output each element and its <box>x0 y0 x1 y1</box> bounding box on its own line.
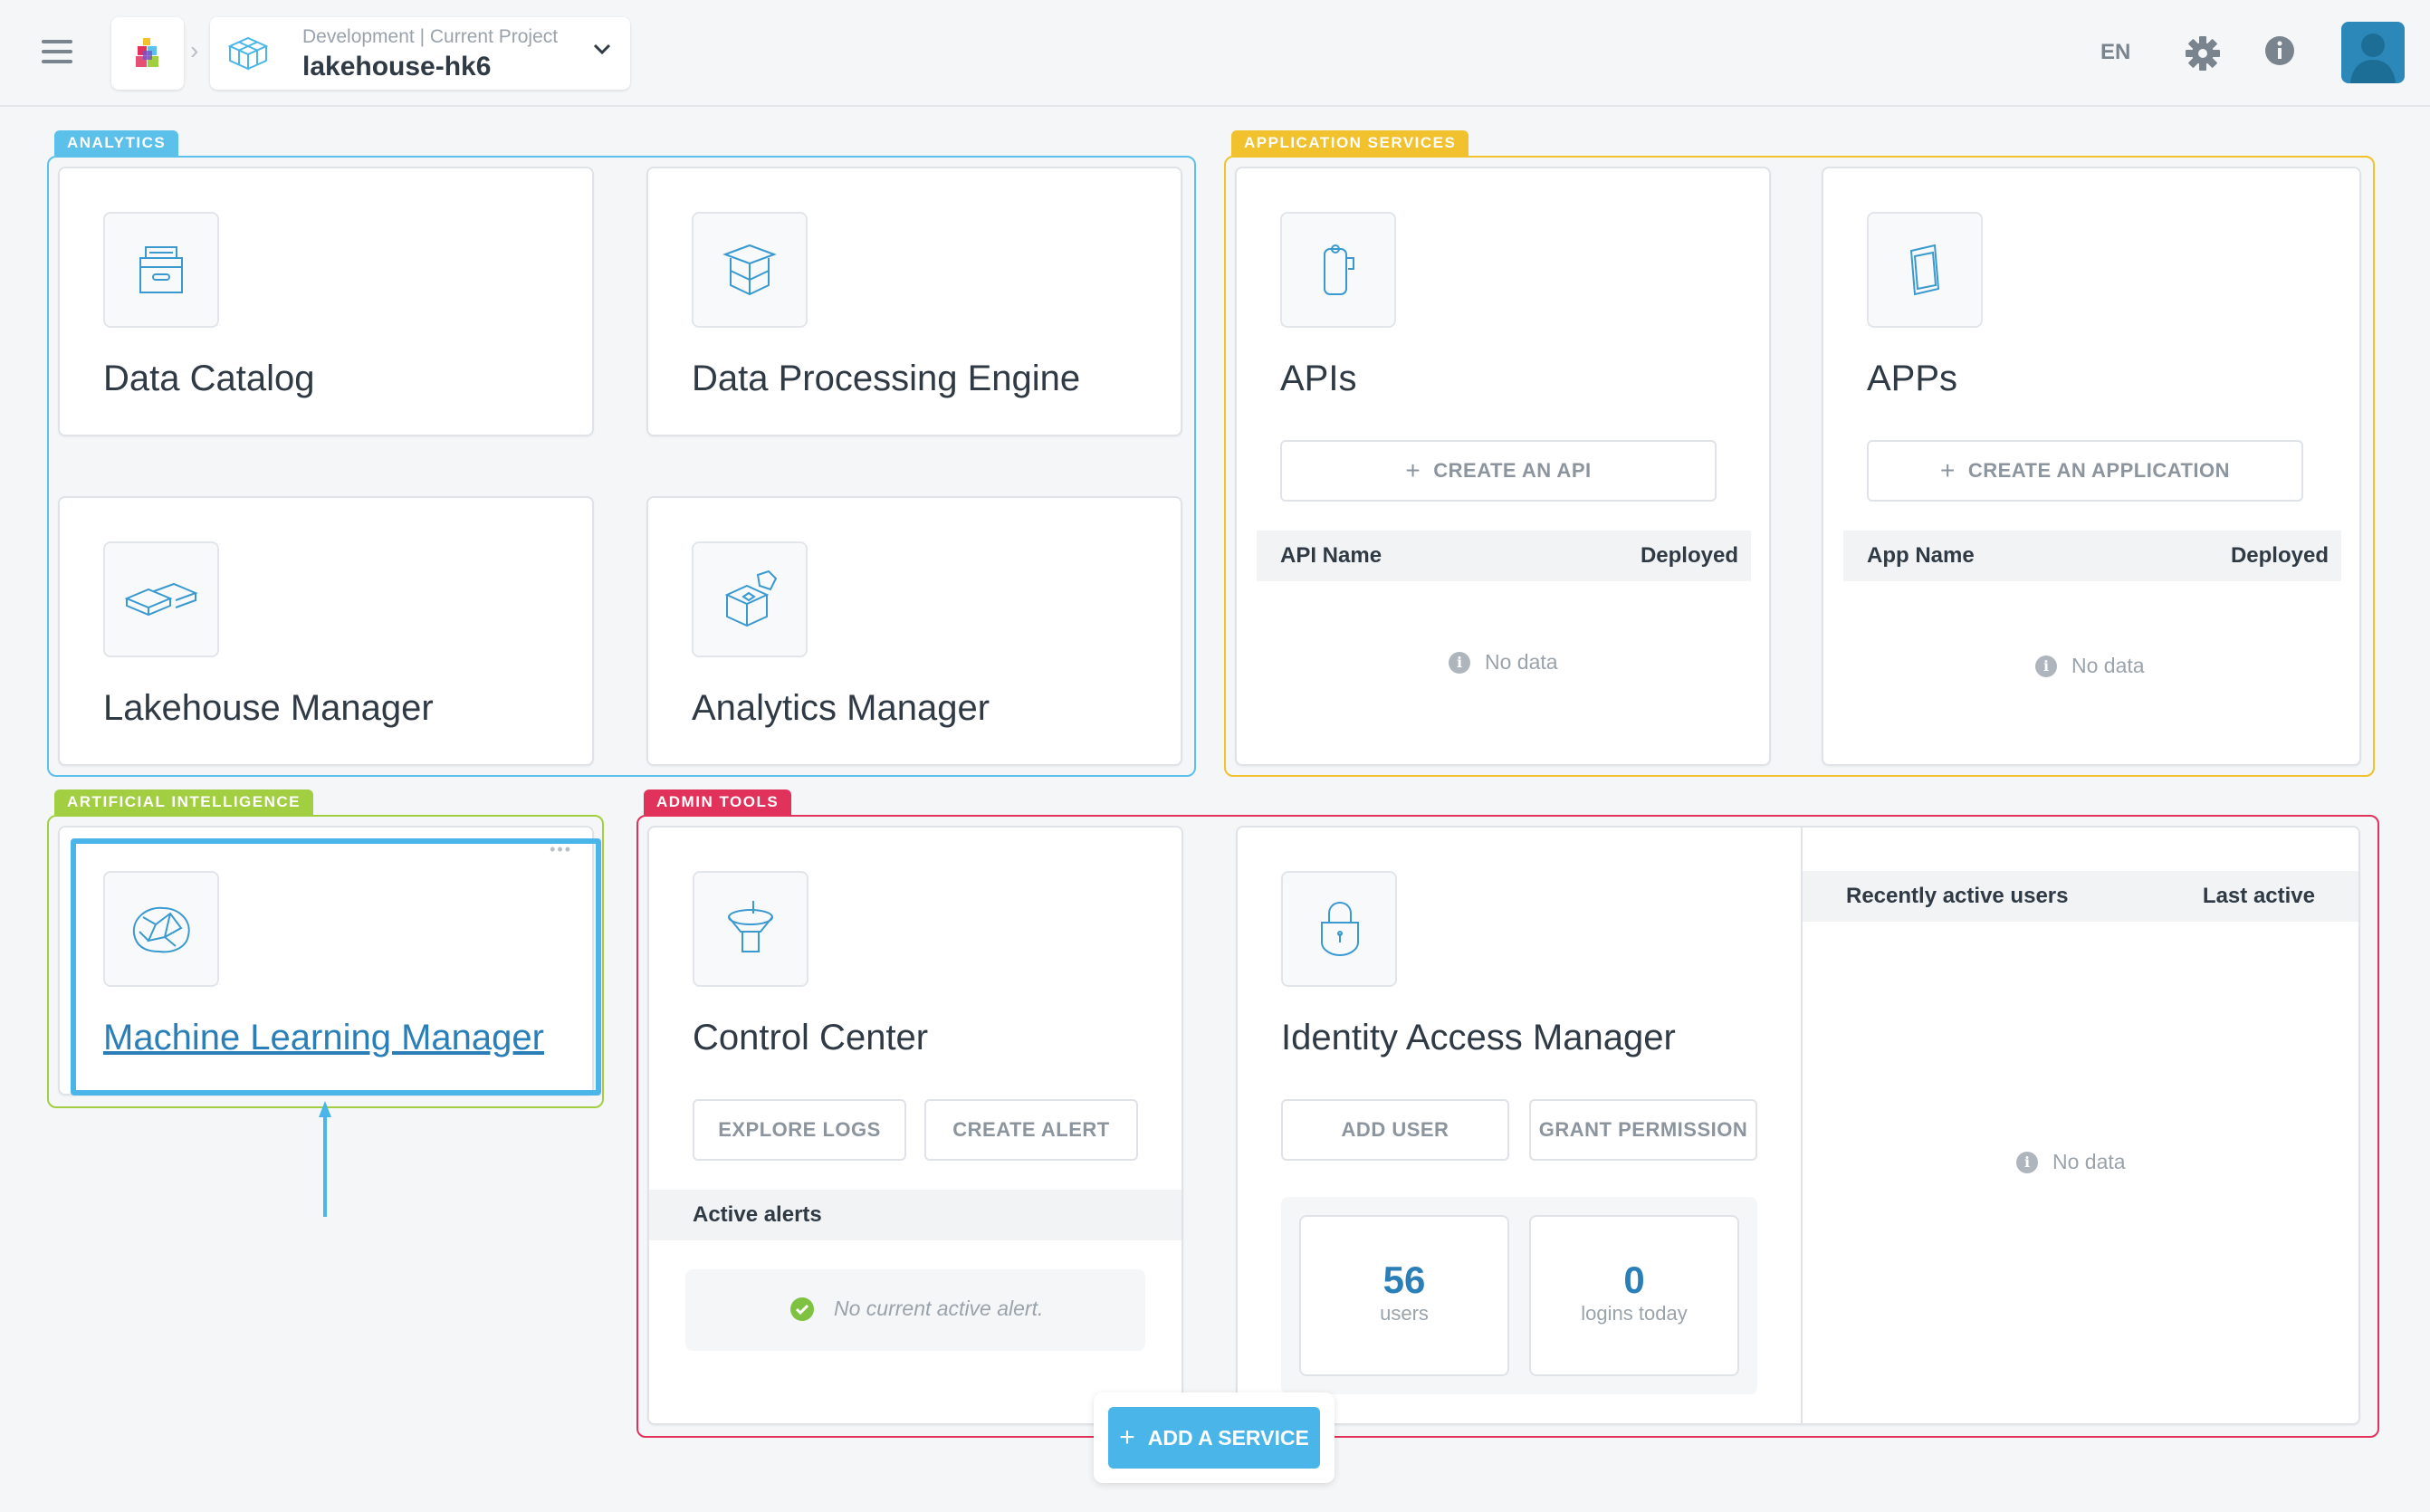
top-bar: › Development | Current Project lakehous… <box>0 0 2430 107</box>
api-name-column: API Name <box>1280 543 1382 568</box>
apis-table-header: API Name Deployed <box>1257 531 1751 581</box>
group-label-admin-tools: ADMIN TOOLS <box>644 789 792 815</box>
logins-count: 0 <box>1623 1258 1645 1301</box>
artificial-intelligence-group: ARTIFICIAL INTELLIGENCE ••• Machine Lear… <box>47 789 604 1108</box>
users-count: 56 <box>1382 1258 1426 1301</box>
alerts-empty-state: No current active alert. <box>685 1269 1145 1351</box>
info-icon: i <box>2035 655 2057 677</box>
settings-gear-icon[interactable] <box>2184 34 2222 72</box>
application-services-group: APPLICATION SERVICES APIs + CREATE AN API… <box>1224 130 2375 777</box>
apps-empty-state: i No data <box>2035 654 2145 678</box>
logins-label: logins today <box>1581 1302 1688 1325</box>
info-icon: i <box>2016 1151 2038 1173</box>
data-processing-engine-icon <box>692 212 808 328</box>
data-catalog-icon <box>103 212 219 328</box>
info-icon: i <box>1449 651 1470 674</box>
menu-icon[interactable] <box>42 40 72 65</box>
data-processing-engine-card[interactable]: Data Processing Engine <box>646 167 1182 436</box>
active-alerts-header: Active alerts <box>649 1190 1182 1240</box>
control-center-title[interactable]: Control Center <box>693 1018 928 1058</box>
environment-label: Development | Current Project <box>302 26 559 47</box>
plus-icon: + <box>1119 1422 1135 1452</box>
create-application-button[interactable]: + CREATE AN APPLICATION <box>1867 440 2303 502</box>
identity-access-manager-card: Identity Access Manager ADD USER GRANT P… <box>1236 826 2360 1425</box>
data-catalog-title[interactable]: Data Catalog <box>103 359 314 399</box>
recent-users-column: Recently active users <box>1846 884 2069 908</box>
app-name-column: App Name <box>1867 543 1975 568</box>
add-service-button[interactable]: + ADD A SERVICE <box>1108 1407 1320 1469</box>
machine-learning-manager-card[interactable]: ••• Machine Learning Manager <box>58 826 601 1096</box>
add-service-container: + ADD A SERVICE <box>1094 1392 1335 1483</box>
apps-table-header: App Name Deployed <box>1843 531 2341 581</box>
create-alert-button[interactable]: CREATE ALERT <box>924 1099 1138 1161</box>
lakehouse-manager-icon <box>103 541 219 657</box>
explore-logs-button[interactable]: EXPLORE LOGS <box>693 1099 906 1161</box>
user-stats-panel: 56 users 0 logins today <box>1281 1197 1757 1394</box>
identity-access-manager-icon <box>1281 871 1397 987</box>
data-processing-engine-title[interactable]: Data Processing Engine <box>692 359 1080 399</box>
control-center-card: Control Center EXPLORE LOGS CREATE ALERT… <box>647 826 1183 1425</box>
admin-tools-group: ADMIN TOOLS Control Center EXPLORE LOGS … <box>636 789 2379 1438</box>
users-stat: 56 users <box>1299 1215 1509 1376</box>
info-icon[interactable] <box>2263 34 2301 72</box>
apps-title[interactable]: APPs <box>1867 359 1957 399</box>
group-label-artificial-intelligence: ARTIFICIAL INTELLIGENCE <box>54 789 314 815</box>
machine-learning-manager-icon <box>103 871 219 987</box>
recent-users-empty-state: i No data <box>2016 1150 2126 1174</box>
identity-access-manager-title[interactable]: Identity Access Manager <box>1281 1018 1676 1058</box>
api-deployed-column: Deployed <box>1640 543 1738 568</box>
apis-card: APIs + CREATE AN API API Name Deployed iN… <box>1235 167 1771 766</box>
grant-permission-button[interactable]: GRANT PERMISSION <box>1529 1099 1757 1161</box>
apis-icon <box>1280 212 1396 328</box>
analytics-manager-icon <box>692 541 808 657</box>
project-name: lakehouse-hk6 <box>302 52 492 81</box>
project-cube-icon <box>226 35 270 76</box>
analytics-group: ANALYTICS Data Catalog Data Processing E… <box>47 130 1196 777</box>
create-api-button[interactable]: + CREATE AN API <box>1280 440 1717 502</box>
chevron-down-icon[interactable] <box>592 43 612 60</box>
recent-users-header: Recently active users Last active <box>1803 871 2358 922</box>
pointer-arrow-icon <box>319 1101 331 1217</box>
project-selector[interactable]: Development | Current Project lakehouse-… <box>210 17 630 90</box>
group-label-application-services: APPLICATION SERVICES <box>1231 130 1469 156</box>
analytics-manager-title[interactable]: Analytics Manager <box>692 688 990 729</box>
last-active-column: Last active <box>2202 884 2315 908</box>
breadcrumb-separator: › <box>190 36 199 64</box>
check-circle-icon <box>790 1297 814 1321</box>
control-center-icon <box>693 871 808 987</box>
data-catalog-card[interactable]: Data Catalog <box>58 167 594 436</box>
apps-icon <box>1867 212 1983 328</box>
app-logo-icon[interactable] <box>111 17 184 90</box>
lakehouse-manager-card[interactable]: Lakehouse Manager <box>58 496 594 766</box>
apps-card: APPs + CREATE AN APPLICATION App Name Dep… <box>1822 167 2361 766</box>
add-user-button[interactable]: ADD USER <box>1281 1099 1509 1161</box>
lakehouse-manager-title[interactable]: Lakehouse Manager <box>103 688 434 729</box>
app-deployed-column: Deployed <box>2230 543 2329 568</box>
apis-title[interactable]: APIs <box>1280 359 1356 399</box>
user-avatar-icon[interactable] <box>2341 22 2405 83</box>
users-label: users <box>1380 1302 1429 1325</box>
card-menu-icon[interactable]: ••• <box>550 840 572 859</box>
apis-empty-state: i No data <box>1449 650 1558 675</box>
logins-stat: 0 logins today <box>1529 1215 1739 1376</box>
machine-learning-manager-title[interactable]: Machine Learning Manager <box>103 1018 544 1058</box>
language-selector[interactable]: EN <box>2100 40 2130 65</box>
group-label-analytics: ANALYTICS <box>54 130 179 156</box>
analytics-manager-card[interactable]: Analytics Manager <box>646 496 1182 766</box>
